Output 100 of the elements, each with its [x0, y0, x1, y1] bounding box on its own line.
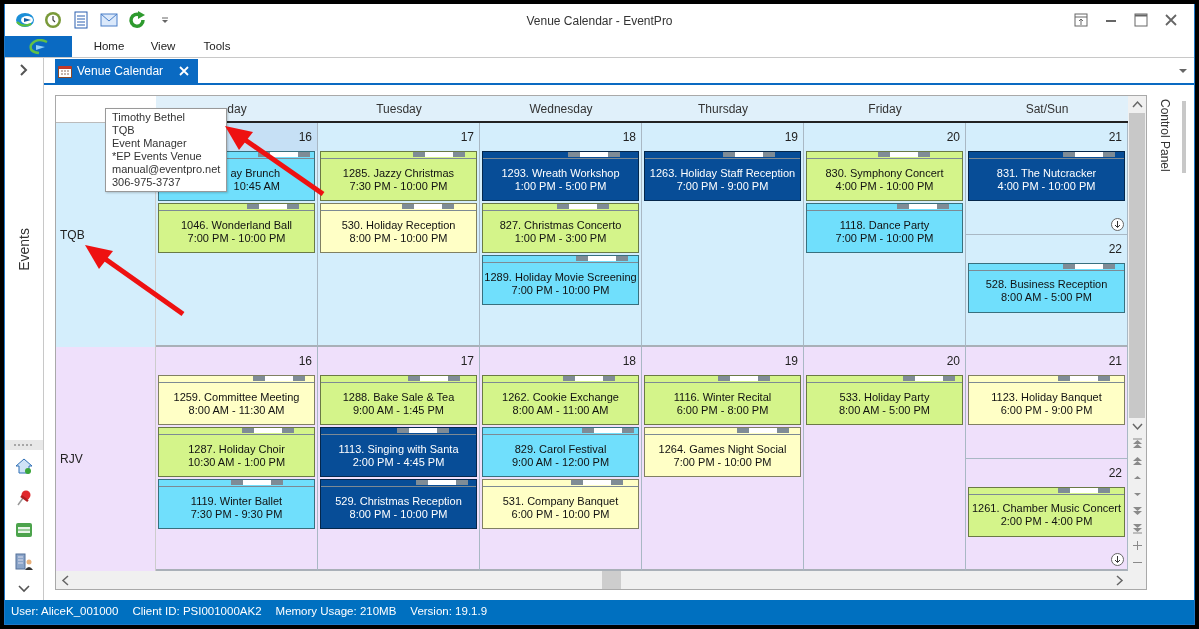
- day-number: 21: [1108, 129, 1122, 146]
- event-title: 829. Carol Festival: [514, 442, 607, 456]
- logo-icon[interactable]: [15, 12, 35, 28]
- event-time: 7:30 PM - 10:00 PM: [349, 179, 448, 193]
- scrollbar-thumb[interactable]: [1181, 101, 1186, 173]
- event-time: 6:00 PM - 8:00 PM: [676, 403, 769, 417]
- event-time: 7:00 PM - 10:00 PM: [673, 455, 772, 469]
- building-person-icon[interactable]: [15, 553, 33, 571]
- scroll-down-icon[interactable]: [1111, 553, 1124, 566]
- event-time: 7:30 PM - 9:30 PM: [190, 507, 283, 521]
- event-title: 1262. Cookie Exchange: [502, 390, 619, 404]
- event-block[interactable]: 1285. Jazzy Christmas 7:30 PM - 10:00 PM: [320, 151, 477, 201]
- venue-label: TQB: [60, 227, 85, 244]
- event-title: 1046. Wonderland Ball: [180, 218, 293, 232]
- scrollbar-thumb[interactable]: [602, 571, 621, 589]
- home-icon[interactable]: [15, 457, 33, 475]
- event-block[interactable]: 831. The Nutcracker 4:00 PM - 10:00 PM: [968, 151, 1125, 201]
- event-title: 533. Holiday Party: [839, 390, 930, 404]
- day-number: 18: [622, 129, 636, 146]
- restore-icon[interactable]: [1073, 12, 1089, 28]
- scroll-down-icon[interactable]: [1111, 217, 1124, 231]
- event-block[interactable]: 1123. Holiday Banquet 6:00 PM - 9:00 PM: [968, 375, 1125, 425]
- event-block[interactable]: 1259. Committee Meeting 8:00 AM - 11:30 AM: [158, 375, 315, 425]
- clock-icon[interactable]: [44, 11, 62, 29]
- pushpin-icon[interactable]: [15, 489, 33, 507]
- event-time: 8:00 AM - 5:00 PM: [1000, 291, 1093, 304]
- event-block[interactable]: 531. Company Banquet 6:00 PM - 10:00 PM: [482, 479, 639, 529]
- event-block[interactable]: 533. Holiday Party 8:00 AM - 5:00 PM: [806, 375, 963, 425]
- event-title: 1263. Holiday Staff Reception: [649, 166, 796, 180]
- document-tab[interactable]: Venue Calendar: [55, 59, 199, 83]
- bed-icon[interactable]: [15, 521, 33, 539]
- dropdown-icon[interactable]: [1178, 67, 1188, 75]
- column-header: day: [227, 100, 247, 118]
- event-block[interactable]: 1293. Wreath Workshop 1:00 PM - 5:00 PM: [482, 151, 639, 201]
- event-block[interactable]: 1261. Chamber Music Concert 2:00 PM - 4:00 PM: [968, 486, 1125, 537]
- venue-label: RJV: [60, 451, 83, 468]
- event-block[interactable]: 1263. Holiday Staff Reception 7:00 PM - 9:00 PM: [644, 151, 801, 201]
- zoom-in-icon[interactable]: [1131, 540, 1143, 551]
- event-title: 1287. Holiday Choir: [188, 442, 285, 456]
- column-header: Tuesday: [376, 100, 422, 118]
- event-block[interactable]: 530. Holiday Reception 8:00 PM - 10:00 PM: [320, 203, 477, 253]
- app-menu-button[interactable]: [5, 36, 72, 57]
- page-down-icon[interactable]: [1131, 506, 1143, 517]
- column-header: Friday: [868, 100, 902, 118]
- event-block[interactable]: 1116. Winter Recital 6:00 PM - 8:00 PM: [644, 375, 801, 425]
- scrollbar-thumb[interactable]: [1129, 113, 1145, 418]
- column-header: Sat/Sun: [1025, 100, 1069, 118]
- event-block[interactable]: 1264. Games Night Social 7:00 PM - 10:00 PM: [644, 427, 801, 477]
- status-strip: [1058, 376, 1110, 381]
- event-block[interactable]: 827. Christmas Concerto 1:00 PM - 3:00 PM: [482, 203, 639, 253]
- event-block[interactable]: 1288. Bake Sale & Tea 9:00 AM - 1:45 PM: [320, 375, 477, 425]
- event-time: 8:00 PM - 10:00 PM: [349, 507, 448, 521]
- event-block[interactable]: 1287. Holiday Choir 10:30 AM - 1:00 PM: [158, 427, 315, 477]
- day-number: 20: [946, 129, 960, 146]
- day-number: 19: [784, 353, 798, 370]
- event-title: 1119. Winter Ballet: [190, 494, 283, 508]
- event-block[interactable]: 830. Symphony Concert 4:00 PM - 10:00 PM: [806, 151, 963, 201]
- event-time: 7:00 PM - 10:00 PM: [511, 283, 610, 297]
- event-block[interactable]: 529. Christmas Reception 8:00 PM - 10:00 PM: [320, 479, 477, 529]
- event-title: 1116. Winter Recital: [673, 390, 772, 404]
- event-title: 831. The Nutcracker: [996, 166, 1097, 180]
- event-block[interactable]: 1289. Holiday Movie Screening 7:00 PM - 10:00 PM: [482, 255, 639, 305]
- event-block[interactable]: 1113. Singing with Santa 2:00 PM - 4:45 PM: [320, 427, 477, 477]
- event-block[interactable]: 1262. Cookie Exchange 8:00 AM - 11:00 AM: [482, 375, 639, 425]
- dropdown-icon[interactable]: [160, 15, 170, 25]
- ribbon-tab[interactable]: Home: [84, 36, 134, 57]
- scroll-left-icon[interactable]: [59, 574, 71, 586]
- event-block[interactable]: 1118. Dance Party 7:00 PM - 10:00 PM: [806, 203, 963, 253]
- event-title: 1118. Dance Party: [839, 218, 930, 232]
- mail-icon[interactable]: [100, 13, 118, 27]
- event-title: 1293. Wreath Workshop: [501, 166, 620, 180]
- ribbon-tab[interactable]: View: [138, 36, 188, 57]
- chevron-down-icon[interactable]: [18, 585, 30, 593]
- nav-title[interactable]: Events: [13, 228, 35, 271]
- first-icon[interactable]: [1131, 438, 1143, 449]
- scroll-up-icon[interactable]: [1131, 99, 1143, 110]
- event-block[interactable]: 829. Carol Festival 9:00 AM - 12:00 PM: [482, 427, 639, 477]
- status-strip: [242, 428, 294, 433]
- refresh-icon[interactable]: [128, 11, 146, 29]
- expand-icon[interactable]: [19, 64, 29, 76]
- status-strip: [1058, 487, 1110, 493]
- maximize-icon[interactable]: [1133, 12, 1149, 28]
- event-title: 1113. Singing with Santa: [338, 442, 459, 456]
- document-icon[interactable]: [74, 11, 88, 29]
- close-icon[interactable]: [1163, 12, 1179, 28]
- status-strip: [897, 204, 949, 209]
- close-icon[interactable]: [178, 65, 191, 77]
- status-strip: [878, 152, 930, 157]
- status-strip: [563, 376, 615, 381]
- event-block[interactable]: 1119. Winter Ballet 7:30 PM - 9:30 PM: [158, 479, 315, 529]
- status-strip: [402, 204, 454, 209]
- last-icon[interactable]: [1131, 523, 1143, 534]
- event-block[interactable]: 528. Business Reception 8:00 AM - 5:00 PM: [968, 262, 1125, 313]
- panel-title[interactable]: Control Panel: [1155, 99, 1174, 600]
- status-strip: [231, 480, 283, 485]
- calendar-icon: [58, 64, 72, 78]
- event-block[interactable]: 1046. Wonderland Ball 7:00 PM - 10:00 PM: [158, 203, 315, 253]
- event-time: 4:00 PM - 10:00 PM: [835, 179, 934, 193]
- page-up-icon[interactable]: [1131, 455, 1143, 466]
- ribbon-tab[interactable]: Tools: [192, 36, 242, 57]
